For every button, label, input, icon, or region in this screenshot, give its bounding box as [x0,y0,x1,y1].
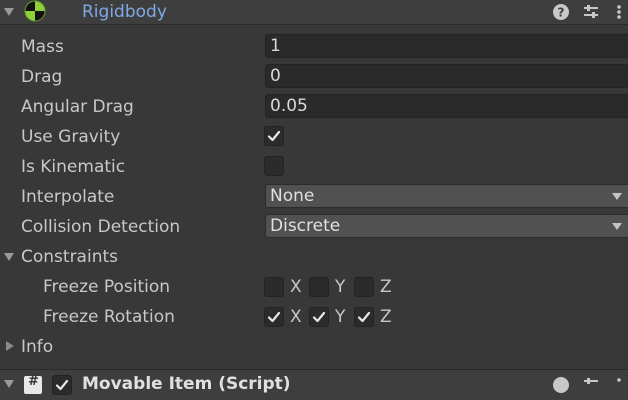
movable-item-enabled-checkbox[interactable] [52,375,72,395]
movable-item-title: Movable Item (Script) [82,374,291,394]
constraints-foldout-icon[interactable] [4,253,14,261]
context-menu-icon[interactable] [610,3,628,21]
chevron-down-icon [612,193,622,200]
checkmark-icon [267,311,281,323]
freeze-rotation-z-checkbox[interactable] [354,307,374,327]
chevron-down-icon [612,223,622,230]
checkmark-icon [357,311,371,323]
context-menu-icon[interactable] [610,376,628,394]
is-kinematic-label: Is Kinematic [21,157,126,177]
freeze-position-z-checkbox[interactable] [354,277,374,297]
freeze-rotation-x-label: X [290,307,302,327]
presets-icon[interactable] [582,376,600,394]
presets-icon[interactable] [582,3,600,21]
drag-field[interactable]: 0 [265,64,628,88]
help-icon[interactable]: ? [552,3,570,21]
freeze-position-y-label: Y [335,277,346,297]
script-icon: # [24,374,42,394]
checkmark-icon [267,130,281,142]
info-label[interactable]: Info [21,336,53,358]
rigidbody-icon [24,0,46,22]
movable-item-script-header[interactable]: # Movable Item (Script) [0,369,628,400]
component-title: Rigidbody [82,2,167,22]
freeze-position-z-label: Z [380,277,392,297]
use-gravity-checkbox[interactable] [264,126,284,146]
is-kinematic-checkbox[interactable] [264,156,284,176]
collision-detection-dropdown[interactable]: Discrete [265,214,628,238]
component-header[interactable]: Rigidbody ? [0,0,628,25]
freeze-position-x-checkbox[interactable] [264,277,284,297]
freeze-position-label: Freeze Position [43,277,171,297]
angular-drag-field[interactable]: 0.05 [265,94,628,118]
use-gravity-label: Use Gravity [21,127,121,147]
freeze-position-x-label: X [290,277,302,297]
freeze-rotation-y-checkbox[interactable] [309,307,329,327]
freeze-rotation-y-label: Y [335,307,346,327]
info-foldout-icon[interactable] [6,341,14,351]
svg-text:?: ? [558,6,565,20]
mass-label: Mass [21,37,64,57]
collision-detection-label: Collision Detection [21,217,181,237]
interpolate-dropdown[interactable]: None [265,184,628,208]
interpolate-label: Interpolate [21,187,115,207]
freeze-position-y-checkbox[interactable] [309,277,329,297]
constraints-label[interactable]: Constraints [21,246,118,268]
checkmark-icon [55,379,69,391]
freeze-rotation-z-label: Z [380,307,392,327]
checkmark-icon [312,311,326,323]
foldout-arrow-icon[interactable] [4,8,14,16]
freeze-rotation-label: Freeze Rotation [43,307,175,327]
freeze-rotation-x-checkbox[interactable] [264,307,284,327]
angular-drag-label: Angular Drag [21,97,134,117]
mass-field[interactable]: 1 [265,34,628,58]
help-icon[interactable] [552,376,570,394]
drag-label: Drag [21,67,63,87]
